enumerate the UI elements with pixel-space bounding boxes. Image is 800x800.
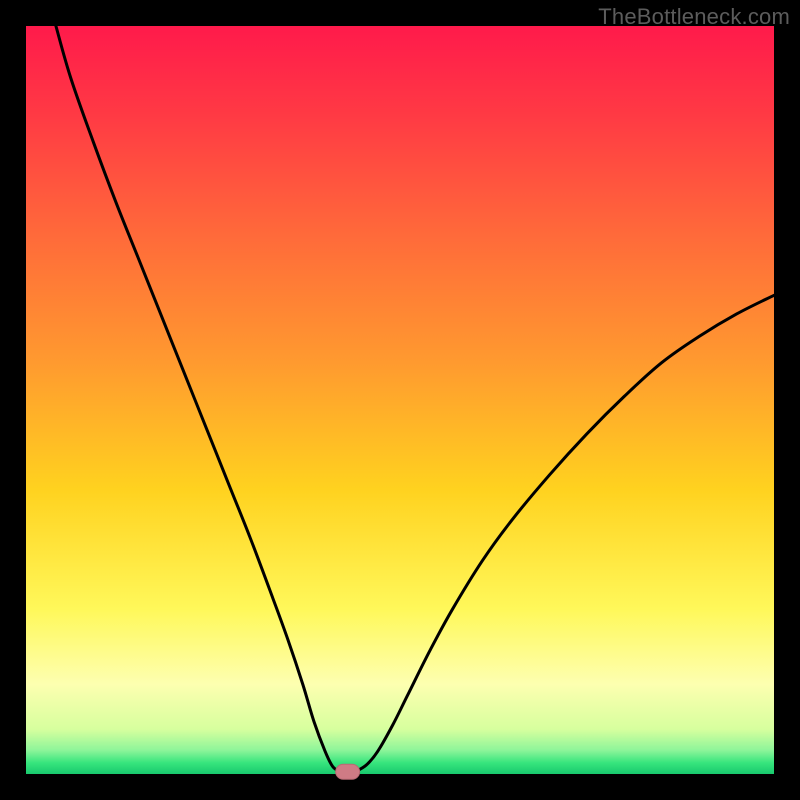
minimum-marker (336, 764, 360, 779)
bottleneck-chart (0, 0, 800, 800)
chart-outer-frame: TheBottleneck.com (0, 0, 800, 800)
plot-background-gradient (26, 26, 774, 774)
watermark-text: TheBottleneck.com (598, 4, 790, 30)
